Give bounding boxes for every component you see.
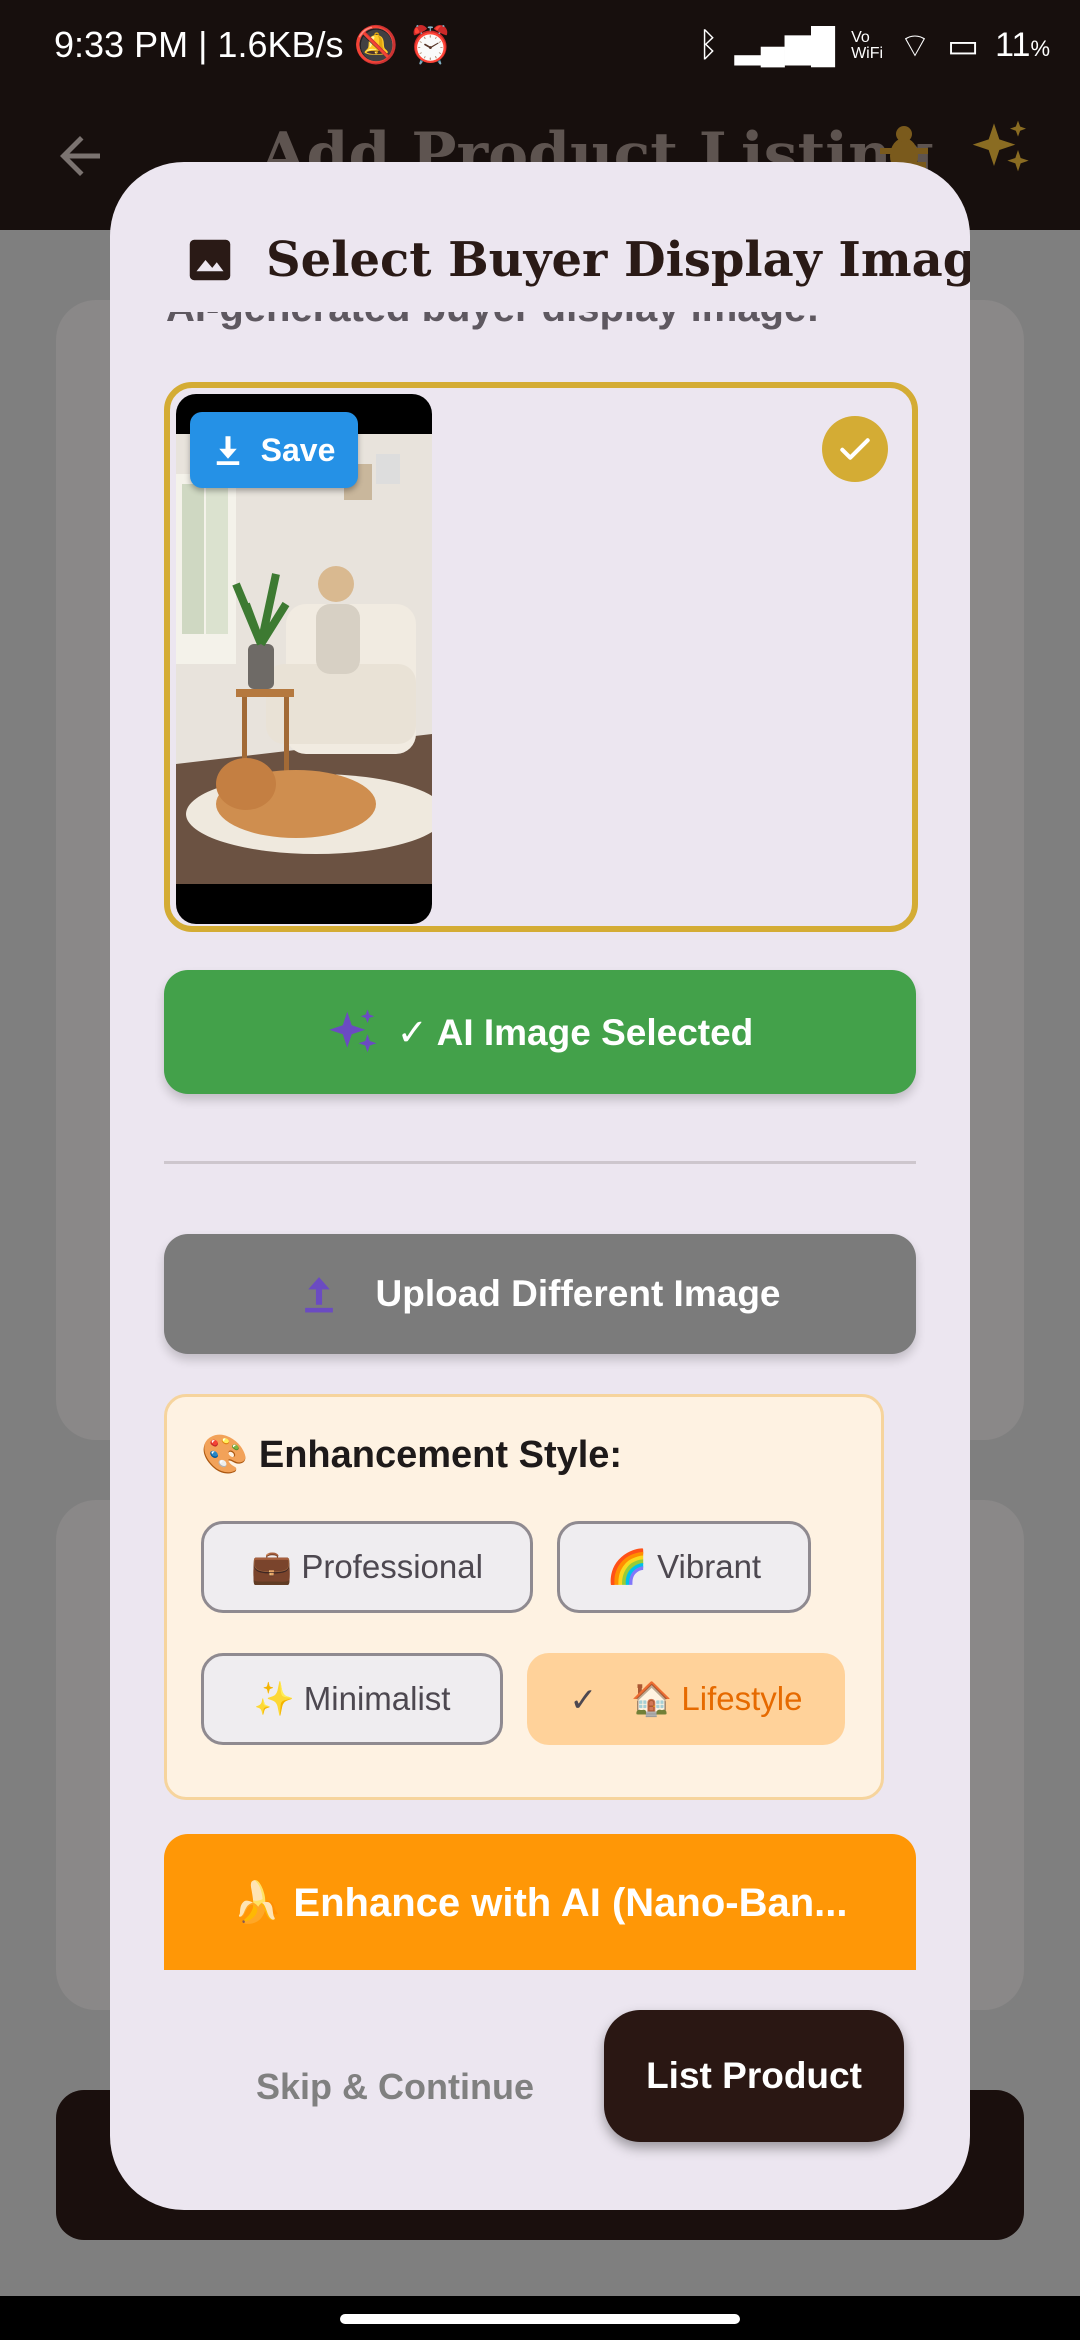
dialog-description-text: AI-generated buyer display image:	[166, 312, 926, 331]
sparkle-icon[interactable]	[970, 118, 1034, 197]
check-icon: ✓	[569, 1680, 598, 1718]
enhance-label: 🍌 Enhance with AI (Nano-Ban...	[232, 1880, 848, 1925]
signal-icon: ▂▄▆█	[734, 26, 836, 65]
skip-continue-button[interactable]: Skip & Continue	[256, 2042, 534, 2132]
home-indicator[interactable]	[340, 2314, 740, 2324]
dialog-header: Select Buyer Display Image	[182, 232, 970, 288]
list-label: List Product	[646, 2055, 862, 2096]
enhance-with-ai-button[interactable]: 🍌 Enhance with AI (Nano-Ban...	[164, 1834, 916, 1970]
enhancement-title: 🎨 Enhancement Style:	[201, 1434, 623, 1476]
chip-label: 💼 Professional	[251, 1547, 483, 1585]
dialog-description: AI-generated buyer display image:	[166, 312, 926, 342]
save-image-button[interactable]: Save	[190, 412, 358, 488]
chip-label: 🌈 Vibrant	[606, 1547, 762, 1585]
upload-icon	[304, 1277, 333, 1313]
image-icon	[182, 233, 238, 287]
image-select-dialog: Select Buyer Display Image AI-generated …	[110, 162, 970, 2210]
generated-photo	[176, 434, 432, 884]
dialog-title: Select Buyer Display Image	[266, 232, 970, 288]
enhancement-style-panel: 🎨 Enhancement Style: 💼 Professional 🌈 Vi…	[164, 1394, 884, 1800]
status-icons: ᛒ ▂▄▆█ Vo WiFi ⌔ ▭ 11%	[698, 24, 1050, 67]
style-chip-minimalist[interactable]: ✨ Minimalist	[201, 1653, 503, 1745]
download-icon	[216, 436, 239, 465]
ai-image-card[interactable]: Save	[164, 382, 918, 932]
upload-label: Upload Different Image	[375, 1273, 781, 1314]
battery-icon: ▭	[947, 26, 980, 65]
upload-different-image-button[interactable]: Upload Different Image	[164, 1234, 916, 1354]
ai-selected-label: ✓ AI Image Selected	[396, 1011, 754, 1053]
bluetooth-icon: ᛒ	[698, 26, 719, 64]
mute-icon: 🔕	[353, 24, 399, 65]
style-chip-lifestyle[interactable]: ✓ 🏠 Lifestyle	[527, 1653, 845, 1745]
battery-unit: %	[1030, 36, 1050, 61]
vowifi-label: Vo WiFi	[851, 28, 884, 62]
status-time: 9:33 PM | 1.6KB/s 🔕 ⏰	[54, 24, 453, 66]
style-chip-vibrant[interactable]: 🌈 Vibrant	[557, 1521, 811, 1613]
skip-label: Skip & Continue	[256, 2066, 534, 2107]
back-arrow-icon[interactable]	[50, 126, 110, 186]
alarm-icon: ⏰	[408, 24, 454, 65]
wifi-icon: ⌔	[899, 27, 932, 65]
sparkle-icon	[328, 1009, 377, 1053]
chip-label: 🏠 Lifestyle	[631, 1679, 803, 1717]
divider	[164, 1161, 916, 1164]
chip-label: ✨ Minimalist	[253, 1679, 451, 1717]
battery-level: 11	[995, 26, 1031, 64]
save-label: Save	[260, 431, 336, 468]
list-product-button[interactable]: List Product	[604, 2010, 904, 2142]
ai-image-selected-button[interactable]: ✓ AI Image Selected	[164, 970, 916, 1094]
selected-check-icon	[822, 416, 888, 482]
style-chip-professional[interactable]: 💼 Professional	[201, 1521, 533, 1613]
time-speed-text: 9:33 PM | 1.6KB/s	[54, 24, 344, 65]
